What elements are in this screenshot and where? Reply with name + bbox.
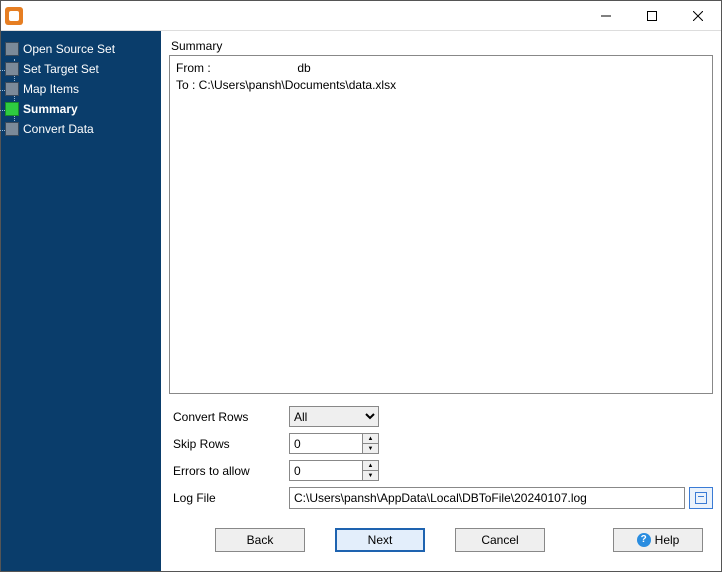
main-panel: Summary From : db To : C:\Users\pansh\Doc… — [161, 31, 721, 571]
step-icon — [5, 62, 19, 76]
convert-rows-label: Convert Rows — [169, 410, 289, 424]
titlebar — [1, 1, 721, 31]
spinner-up-icon[interactable]: ▲ — [363, 461, 378, 471]
skip-rows-input[interactable] — [290, 434, 362, 453]
wizard-button-bar: Back Next Cancel ? Help — [169, 515, 713, 563]
sidebar-item-label: Convert Data — [23, 122, 94, 136]
spinner-down-icon[interactable]: ▼ — [363, 444, 378, 453]
cancel-button[interactable]: Cancel — [455, 528, 545, 552]
step-icon-active — [5, 102, 19, 116]
minimize-button[interactable] — [583, 1, 629, 31]
sidebar-item-summary[interactable]: Summary — [5, 99, 157, 119]
sidebar-item-map-items[interactable]: Map Items — [5, 79, 157, 99]
close-button[interactable] — [675, 1, 721, 31]
skip-rows-stepper[interactable]: ▲ ▼ — [289, 433, 379, 454]
log-file-input[interactable] — [289, 487, 685, 509]
wizard-sidebar: Open Source Set Set Target Set — [1, 31, 161, 571]
step-icon — [5, 82, 19, 96]
sidebar-item-set-target-set[interactable]: Set Target Set — [5, 59, 157, 79]
maximize-button[interactable] — [629, 1, 675, 31]
summary-from-value: db — [297, 61, 310, 75]
sidebar-item-open-source-set[interactable]: Open Source Set — [5, 39, 157, 59]
sidebar-item-label: Set Target Set — [23, 62, 99, 76]
sidebar-item-convert-data[interactable]: Convert Data — [5, 119, 157, 139]
sidebar-item-label: Map Items — [23, 82, 79, 96]
spinner-down-icon[interactable]: ▼ — [363, 471, 378, 480]
sidebar-item-label: Open Source Set — [23, 42, 115, 56]
step-icon — [5, 122, 19, 136]
sidebar-item-label: Summary — [23, 102, 78, 116]
convert-rows-select[interactable]: All — [289, 406, 379, 427]
summary-textbox[interactable]: From : db To : C:\Users\pansh\Documents\d… — [169, 55, 713, 394]
help-button[interactable]: ? Help — [613, 528, 703, 552]
errors-allow-label: Errors to allow — [169, 464, 289, 478]
browse-icon — [695, 492, 707, 504]
summary-to-line: To : C:\Users\pansh\Documents\data.xlsx — [176, 77, 706, 94]
summary-heading: Summary — [169, 39, 713, 53]
log-file-label: Log File — [169, 491, 289, 505]
step-icon — [5, 42, 19, 56]
next-button[interactable]: Next — [335, 528, 425, 552]
browse-log-file-button[interactable] — [689, 487, 713, 509]
spinner-up-icon[interactable]: ▲ — [363, 434, 378, 444]
errors-allow-input[interactable] — [290, 461, 362, 480]
help-icon: ? — [637, 533, 651, 547]
back-button[interactable]: Back — [215, 528, 305, 552]
skip-rows-label: Skip Rows — [169, 437, 289, 451]
options-form: Convert Rows All Skip Rows ▲ — [169, 406, 713, 515]
app-icon — [5, 7, 23, 25]
app-window: Open Source Set Set Target Set — [0, 0, 722, 572]
errors-allow-stepper[interactable]: ▲ ▼ — [289, 460, 379, 481]
summary-from-label: From : — [176, 61, 211, 75]
